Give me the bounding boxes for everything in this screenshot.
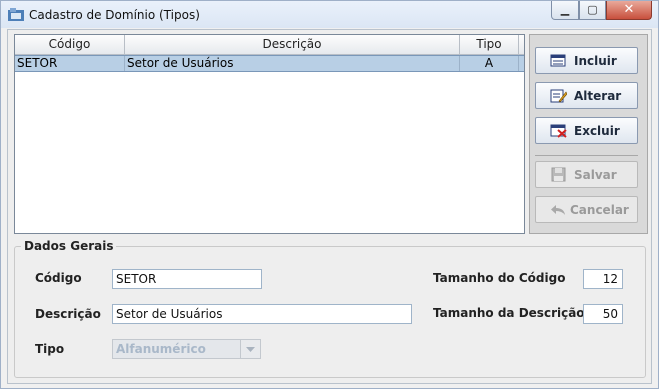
descricao-input[interactable]: Setor de Usuários — [112, 304, 412, 324]
cancelar-label: Cancelar — [570, 203, 629, 217]
maximize-icon: ▢ — [587, 3, 598, 16]
cancelar-button[interactable]: Cancelar — [535, 196, 638, 223]
tamanho-descricao-input[interactable]: 50 — [583, 304, 623, 324]
close-icon: ✕ — [623, 2, 635, 17]
codigo-label: Código — [35, 271, 82, 285]
maximize-button[interactable]: ▢ — [579, 1, 606, 20]
excluir-button[interactable]: Excluir — [535, 117, 638, 144]
cell-codigo: SETOR — [15, 56, 125, 71]
action-panel: Incluir Alterar Excluir Salvar Cancelar — [529, 34, 648, 234]
client-area: Código Descrição Tipo SETOR Setor de Usu… — [7, 29, 652, 384]
minimize-icon: ▁ — [560, 3, 570, 16]
column-header-descricao[interactable]: Descrição — [125, 35, 460, 54]
cell-tipo: A — [460, 56, 519, 71]
alterar-label: Alterar — [574, 89, 622, 103]
app-icon — [8, 8, 24, 21]
window-title: Cadastro de Domínio (Tipos) — [29, 8, 200, 22]
excluir-label: Excluir — [574, 124, 620, 138]
main-window: Cadastro de Domínio (Tipos) ▁ ▢ ✕ Código… — [0, 0, 659, 389]
tipo-label: Tipo — [35, 342, 65, 356]
column-header-tipo[interactable]: Tipo — [460, 35, 519, 54]
tamanho-codigo-input[interactable]: 12 — [583, 269, 623, 289]
title-bar[interactable]: Cadastro de Domínio (Tipos) ▁ ▢ ✕ — [1, 1, 658, 28]
delete-record-icon — [550, 124, 567, 138]
salvar-button[interactable]: Salvar — [535, 161, 638, 188]
chevron-down-icon[interactable] — [240, 340, 260, 358]
dados-gerais-group: Dados Gerais Código SETOR Descrição Seto… — [14, 239, 646, 378]
table-header: Código Descrição Tipo — [15, 35, 524, 55]
salvar-label: Salvar — [574, 168, 617, 182]
incluir-button[interactable]: Incluir — [535, 47, 638, 74]
add-record-icon — [550, 54, 566, 67]
cell-descricao: Setor de Usuários — [125, 56, 460, 71]
close-button[interactable]: ✕ — [606, 1, 652, 20]
codigo-input[interactable]: SETOR — [112, 269, 262, 289]
tamanho-descricao-label: Tamanho da Descrição — [433, 306, 585, 320]
column-header-codigo[interactable]: Código — [15, 35, 125, 54]
alterar-button[interactable]: Alterar — [535, 82, 638, 109]
undo-icon — [551, 205, 565, 215]
tamanho-codigo-label: Tamanho do Código — [433, 271, 566, 285]
save-icon — [551, 167, 566, 182]
separator — [535, 155, 638, 156]
section-title: Dados Gerais — [21, 239, 117, 253]
tipo-select-value: Alfanumérico — [116, 342, 206, 356]
incluir-label: Incluir — [574, 54, 617, 68]
edit-record-icon — [550, 89, 567, 103]
descricao-label: Descrição — [35, 307, 101, 321]
domain-table[interactable]: Código Descrição Tipo SETOR Setor de Usu… — [14, 34, 525, 234]
tipo-select[interactable]: Alfanumérico — [112, 339, 261, 359]
minimize-button[interactable]: ▁ — [551, 1, 579, 20]
table-row[interactable]: SETOR Setor de Usuários A — [15, 55, 524, 72]
